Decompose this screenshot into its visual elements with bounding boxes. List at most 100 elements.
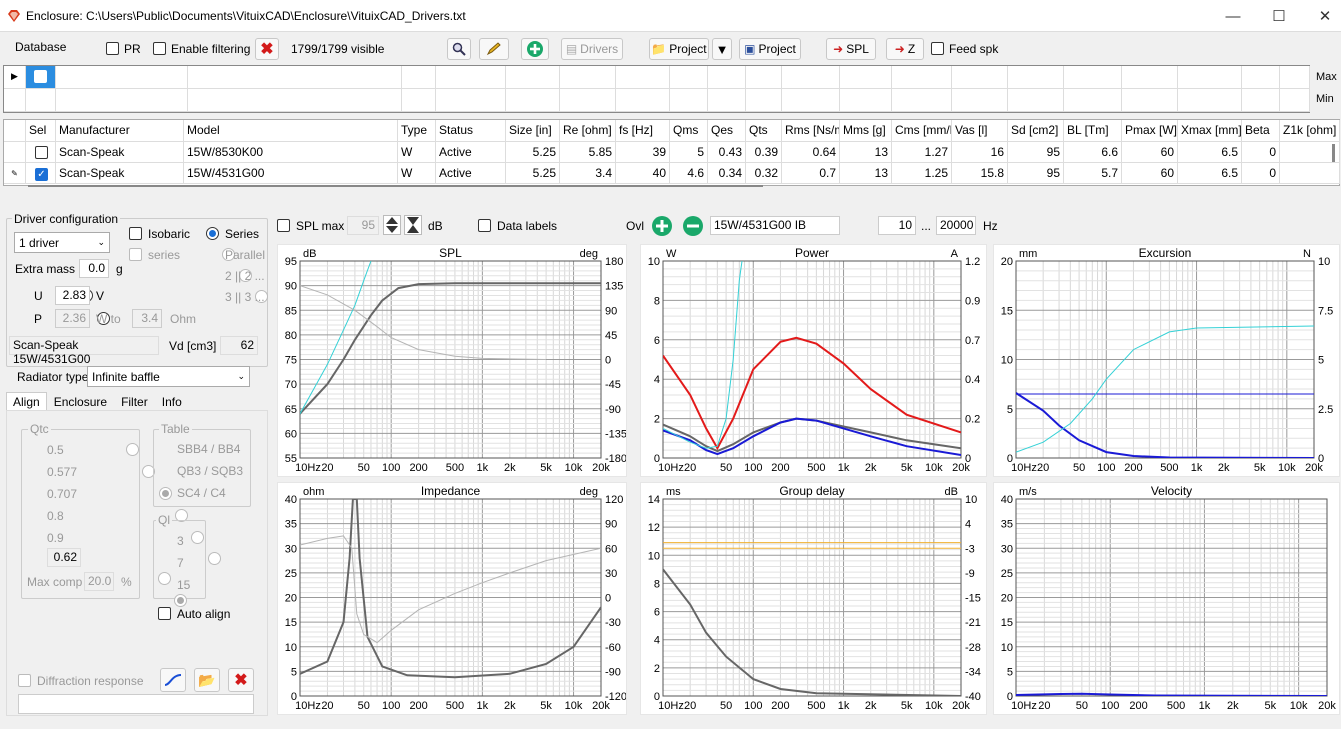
- filter-cell[interactable]: [782, 89, 840, 112]
- filter-cell[interactable]: [670, 66, 708, 89]
- filter-cell[interactable]: [398, 66, 436, 89]
- enable-filtering-checkbox[interactable]: [153, 42, 166, 55]
- curve-button[interactable]: [160, 668, 186, 692]
- filter-cell[interactable]: [616, 66, 670, 89]
- column-header[interactable]: Cms [mm/N]: [892, 120, 952, 142]
- table-cell[interactable]: 1.27: [892, 142, 952, 163]
- overlay-name-field[interactable]: 15W/4531G00 IB: [710, 216, 840, 235]
- table-cell[interactable]: 13: [840, 163, 892, 184]
- table-cell[interactable]: [1280, 163, 1340, 184]
- filter-cell[interactable]: [506, 89, 560, 112]
- tab-align[interactable]: Align: [6, 392, 47, 412]
- auto-align-checkbox[interactable]: [158, 607, 171, 620]
- filter-cell[interactable]: [56, 66, 188, 89]
- table-cell[interactable]: 60: [1122, 142, 1178, 163]
- impedance-chart[interactable]: 40 35 30 25 20 15 10 5 0 120 90 60 30 0 -30 -60 -90 -120 1…: [277, 482, 627, 715]
- filter-cell[interactable]: [1008, 66, 1064, 89]
- add-overlay-button[interactable]: [651, 215, 673, 240]
- freq-from-input[interactable]: 10: [878, 216, 916, 235]
- radiator-type-select[interactable]: Infinite baffle ⌄: [87, 366, 250, 387]
- diffraction-checkbox[interactable]: [18, 674, 31, 687]
- filter-cell[interactable]: [952, 66, 1008, 89]
- filter-cell[interactable]: [840, 66, 892, 89]
- table-cell[interactable]: 0: [1242, 142, 1280, 163]
- voltage-input[interactable]: 2.83: [55, 286, 90, 305]
- filter-cell[interactable]: [398, 89, 436, 112]
- table-cell[interactable]: 0.43: [708, 142, 746, 163]
- open-folder-button[interactable]: 📂: [194, 668, 220, 692]
- table-cell[interactable]: 39: [616, 142, 670, 163]
- freq-to-input[interactable]: 20000: [936, 216, 976, 235]
- add-driver-button[interactable]: [521, 38, 549, 60]
- checkbox[interactable]: ✓: [35, 168, 48, 181]
- ohm-input[interactable]: 3.4: [132, 309, 162, 328]
- filter-cell[interactable]: [188, 89, 402, 112]
- column-header[interactable]: Size [in]: [506, 120, 560, 142]
- filter-cell[interactable]: [1280, 66, 1310, 89]
- filter-cell[interactable]: [1064, 89, 1122, 112]
- table-cell[interactable]: 15.8: [952, 163, 1008, 184]
- isobaric-checkbox[interactable]: [129, 227, 142, 240]
- table-cell[interactable]: 4.6: [670, 163, 708, 184]
- power-input[interactable]: 2.36: [55, 309, 90, 328]
- column-header[interactable]: Status: [436, 120, 506, 142]
- filter-cell[interactable]: [56, 89, 188, 112]
- filter-cell[interactable]: [1280, 89, 1310, 112]
- table-cell[interactable]: 95: [1008, 163, 1064, 184]
- filter-cell[interactable]: [708, 89, 746, 112]
- column-header[interactable]: Mms [g]: [840, 120, 892, 142]
- filter-cell[interactable]: [506, 66, 560, 89]
- ql-radio-1[interactable]: [158, 572, 171, 585]
- filter-cell[interactable]: [188, 66, 402, 89]
- column-header[interactable]: Sel: [26, 120, 56, 142]
- table-cell[interactable]: 40: [616, 163, 670, 184]
- export-spl-button[interactable]: ➜ SPL: [826, 38, 876, 60]
- filter-cell[interactable]: [840, 89, 892, 112]
- column-header[interactable]: Vas [l]: [952, 120, 1008, 142]
- column-header[interactable]: Rms [Ns/m]: [782, 120, 840, 142]
- filter-cell[interactable]: [560, 66, 616, 89]
- project-dropdown-button[interactable]: ▼: [712, 38, 732, 60]
- spl-max-checkbox[interactable]: [277, 219, 290, 232]
- table-cell[interactable]: [1280, 142, 1340, 163]
- table-cell[interactable]: 6.6: [1064, 142, 1122, 163]
- clear-filter-button[interactable]: ✖: [255, 38, 279, 60]
- table-cell[interactable]: 16: [952, 142, 1008, 163]
- maximize-button[interactable]: ☐: [1256, 0, 1302, 32]
- table-cell[interactable]: 1.25: [892, 163, 952, 184]
- table-cell[interactable]: 13: [840, 142, 892, 163]
- filter-cell[interactable]: [892, 66, 952, 89]
- open-project-button[interactable]: 📁 Project: [649, 38, 709, 60]
- column-header[interactable]: Qes: [708, 120, 746, 142]
- filter-cell[interactable]: [560, 89, 616, 112]
- edit-button[interactable]: [479, 38, 509, 60]
- filter-cell[interactable]: [1122, 66, 1178, 89]
- column-header[interactable]: Re [ohm]: [560, 120, 616, 142]
- column-header[interactable]: fs [Hz]: [616, 120, 670, 142]
- excursion-chart[interactable]: 20 15 10 5 0 10 7.5 5 2.5 0 10Hz 20 50 100 200 500 1k 2k 5…: [993, 244, 1340, 477]
- column-header[interactable]: Beta: [1242, 120, 1280, 142]
- table-cell[interactable]: 0.39: [746, 142, 782, 163]
- table-cell[interactable]: 3.4: [560, 163, 616, 184]
- table-cell[interactable]: 0: [1242, 163, 1280, 184]
- spl-max-input[interactable]: 95: [347, 216, 379, 235]
- checkbox[interactable]: [35, 146, 48, 159]
- table-cell[interactable]: 5.7: [1064, 163, 1122, 184]
- column-header[interactable]: Qts: [746, 120, 782, 142]
- driver-count-select[interactable]: 1 driver ⌄: [14, 232, 110, 253]
- table-cell[interactable]: 15W/8530K00: [184, 142, 398, 163]
- column-header[interactable]: Type: [398, 120, 436, 142]
- series-checkbox[interactable]: [129, 248, 142, 261]
- table-cell[interactable]: 5.25: [506, 163, 560, 184]
- table-cell[interactable]: W: [398, 142, 436, 163]
- table-cell[interactable]: 0.64: [782, 142, 840, 163]
- table-cell[interactable]: 0.34: [708, 163, 746, 184]
- column-header[interactable]: Z1k [ohm]: [1280, 120, 1340, 142]
- spl-max-spinner[interactable]: [383, 215, 401, 235]
- table-cell[interactable]: 0.7: [782, 163, 840, 184]
- tab-enclosure[interactable]: Enclosure: [47, 392, 114, 412]
- qtc-radio-custom[interactable]: [207, 552, 221, 565]
- qtc-radio-0[interactable]: [126, 443, 140, 456]
- table-cell[interactable]: 6.5: [1178, 163, 1242, 184]
- diffraction-file-input[interactable]: [18, 694, 254, 714]
